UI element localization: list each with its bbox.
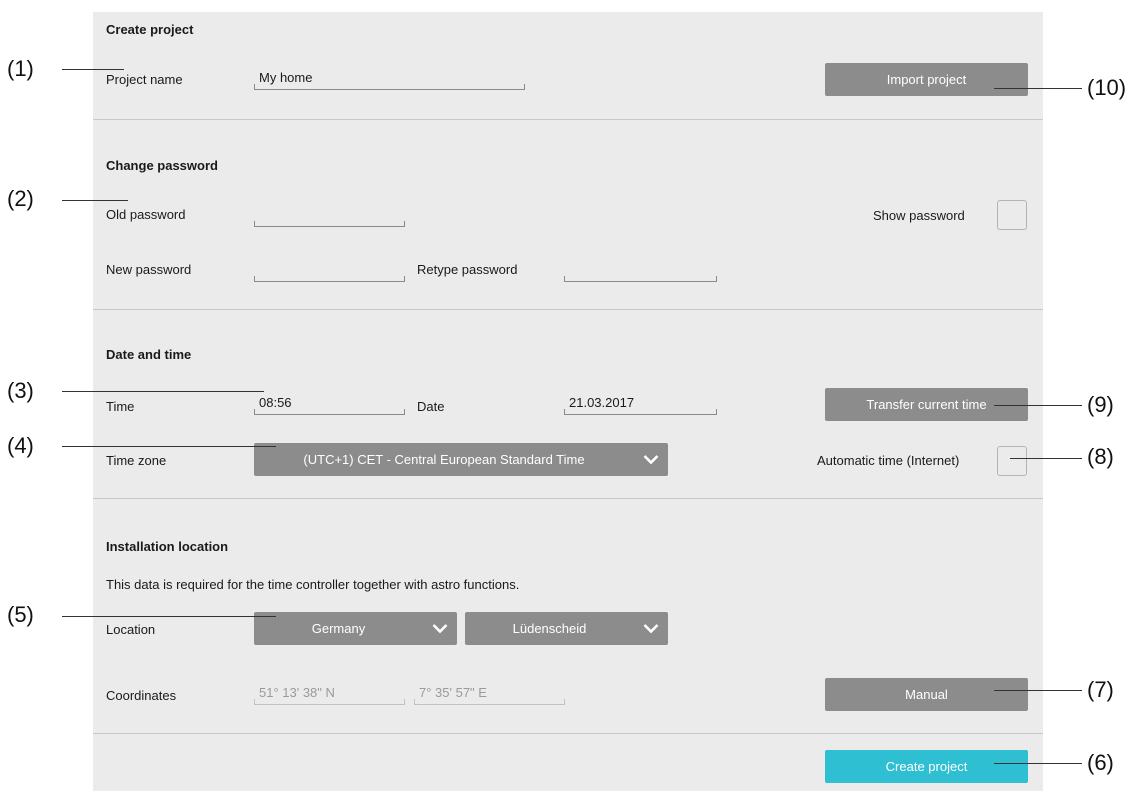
callout-line <box>1010 458 1082 459</box>
latitude-input: 51° 13' 38" N <box>254 685 405 705</box>
time-label: Time <box>106 399 135 414</box>
date-time-heading: Date and time <box>106 347 192 362</box>
callout-line <box>994 405 1082 406</box>
divider <box>93 119 1043 120</box>
show-password-label: Show password <box>873 208 965 223</box>
change-password-heading: Change password <box>106 158 218 173</box>
longitude-input: 7° 35' 57" E <box>414 685 565 705</box>
callout-10: (10) <box>1087 75 1127 100</box>
chevron-down-icon <box>643 455 659 465</box>
callout-9: (9) <box>1087 392 1114 417</box>
time-input[interactable]: 08:56 <box>254 395 405 415</box>
new-password-label: New password <box>106 262 192 277</box>
callout-4: (4) <box>7 433 34 458</box>
create-project-button[interactable]: Create project <box>825 750 1028 783</box>
divider <box>93 309 1043 310</box>
callout-7: (7) <box>1087 677 1114 702</box>
date-input[interactable]: 21.03.2017 <box>564 395 717 415</box>
old-password-input[interactable] <box>254 207 405 227</box>
manual-button[interactable]: Manual <box>825 678 1028 711</box>
time-zone-value: (UTC+1) CET - Central European Standard … <box>303 452 585 467</box>
time-zone-label: Time zone <box>106 453 167 468</box>
project-name-label: Project name <box>106 72 183 87</box>
installation-description: This data is required for the time contr… <box>106 577 520 592</box>
date-label: Date <box>417 399 445 414</box>
callout-8: (8) <box>1087 444 1114 469</box>
country-dropdown[interactable]: Germany <box>254 612 457 645</box>
callout-6: (6) <box>1087 750 1114 775</box>
time-zone-dropdown[interactable]: (UTC+1) CET - Central European Standard … <box>254 443 668 476</box>
automatic-time-checkbox[interactable] <box>997 446 1027 476</box>
callout-1: (1) <box>7 56 34 81</box>
callout-line <box>62 391 264 392</box>
show-password-checkbox[interactable] <box>997 200 1027 230</box>
coordinates-label: Coordinates <box>106 688 177 703</box>
import-project-button[interactable]: Import project <box>825 63 1028 96</box>
create-project-heading: Create project <box>106 22 194 37</box>
callout-line <box>994 763 1082 764</box>
country-value: Germany <box>311 621 366 636</box>
chevron-down-icon <box>643 624 659 634</box>
retype-password-label: Retype password <box>417 262 518 277</box>
retype-password-input[interactable] <box>564 262 717 282</box>
city-dropdown[interactable]: Lüdenscheid <box>465 612 668 645</box>
callout-5: (5) <box>7 602 34 627</box>
location-label: Location <box>106 622 156 637</box>
old-password-label: Old password <box>106 207 186 222</box>
callout-line <box>62 200 128 201</box>
automatic-time-label: Automatic time (Internet) <box>817 453 960 468</box>
callout-line <box>62 616 276 617</box>
installation-location-heading: Installation location <box>106 539 229 554</box>
callout-line <box>994 88 1082 89</box>
callout-line <box>62 69 124 70</box>
callout-line <box>62 446 276 447</box>
settings-panel: Create project Project name My home Impo… <box>93 12 1043 791</box>
new-password-input[interactable] <box>254 262 405 282</box>
divider <box>93 733 1043 734</box>
chevron-down-icon <box>432 624 448 634</box>
callout-3: (3) <box>7 378 34 403</box>
callout-2: (2) <box>7 186 34 211</box>
divider <box>93 498 1043 499</box>
project-name-input[interactable]: My home <box>254 70 525 90</box>
city-value: Lüdenscheid <box>512 621 587 636</box>
callout-line <box>994 690 1082 691</box>
